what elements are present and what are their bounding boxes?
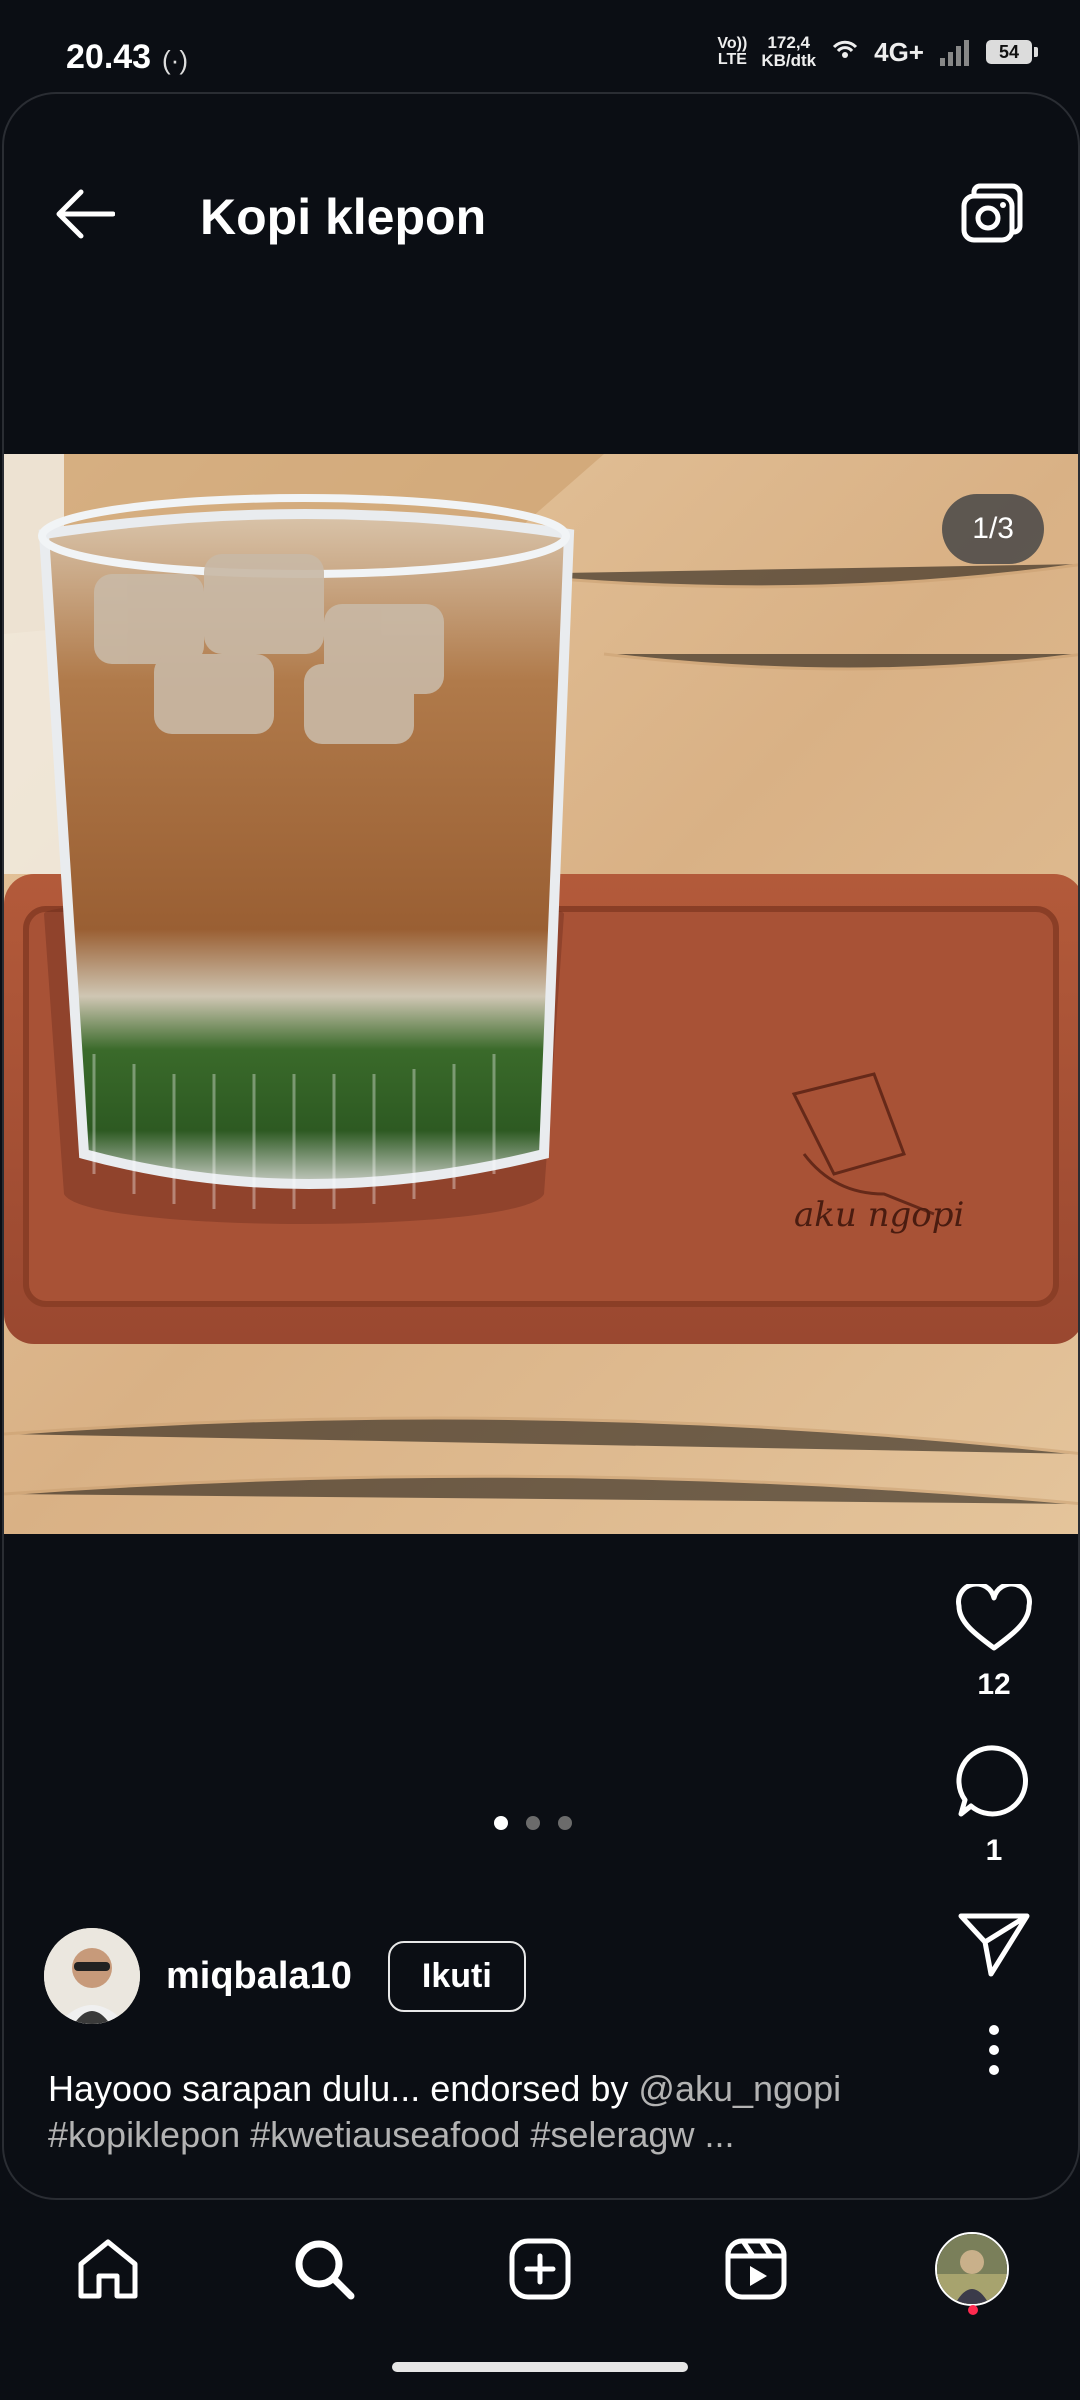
volte-line1: Vo)) [717,35,748,52]
carousel-dot [494,1816,508,1830]
home-indicator[interactable] [392,2362,688,2372]
share-button[interactable] [957,1908,1031,1978]
image-watermark: aku ngopi [794,1195,964,1235]
network-speed: 172,4 KB/dtk [761,34,816,70]
profile-avatar [935,2232,1009,2306]
battery-level: 54 [998,41,1020,62]
more-options-button[interactable] [984,2020,1004,2080]
like-count: 12 [977,1668,1011,1701]
reels-icon [725,2238,787,2300]
caption-mention[interactable]: @aku_ngopi [638,2068,841,2109]
caption-text: Hayooo sarapan dulu... endorsed by [48,2068,639,2109]
speed-unit: KB/dtk [761,51,817,70]
camera-icon [961,183,1023,243]
post-image[interactable]: aku ngopi 1/3 [4,454,1078,1534]
bottom-navigation [0,2204,1080,2334]
post-author: miqbala10 Ikuti [44,1928,526,2024]
status-right-group: Vo)) LTE 172,4 KB/dtk 4G+ 54 [717,34,1038,70]
send-icon [958,1913,1030,1977]
hotspot-icon: (·) [162,45,188,75]
page-title: Kopi klepon [200,189,487,245]
notification-dot [968,2305,978,2315]
carousel-dot [558,1816,572,1830]
nav-create[interactable] [480,2209,600,2329]
post-actions: 12 1 [944,1584,1044,2080]
comment-button[interactable]: 1 [955,1742,1033,1868]
volte-line2: LTE [717,51,747,68]
follow-button[interactable]: Ikuti [387,1940,526,2012]
create-icon [509,2238,571,2300]
network-type: 4G+ [874,36,924,67]
status-bar: 20.43 (·) Vo)) LTE 172,4 KB/dtk 4G+ 54 [0,0,1080,92]
signal-icon [940,40,969,66]
wifi-icon [833,40,858,58]
header: Kopi klepon [4,154,1078,274]
nav-profile[interactable] [912,2209,1032,2329]
nav-home[interactable] [48,2209,168,2329]
volte-icon: Vo)) LTE [717,36,747,68]
home-icon [78,2239,138,2299]
nav-search[interactable] [264,2209,384,2329]
arrow-left-icon [56,189,115,239]
status-time: 20.43 [66,38,152,76]
username[interactable]: miqbala10 [166,1955,352,1998]
camera-button[interactable] [952,174,1032,254]
caption-hashtags[interactable]: #kopiklepon #kwetiauseafood #seleragw ..… [48,2114,734,2155]
post-caption[interactable]: Hayooo sarapan dulu... endorsed by @aku_… [48,2066,928,2158]
post-panel: Kopi klepon aku ngopi 1/3 12 1 miqbala10… [2,92,1080,2200]
coffee-photo: aku ngopi [4,454,1078,1534]
like-button[interactable]: 12 [955,1584,1033,1702]
heart-icon [956,1584,1032,1651]
search-icon [295,2240,355,2300]
image-counter: 1/3 [942,494,1044,564]
comment-icon [956,1745,1028,1817]
back-button[interactable] [44,174,124,254]
avatar[interactable] [44,1928,140,2024]
speed-value: 172,4 [767,33,810,52]
carousel-indicator [494,1816,572,1830]
comment-count: 1 [985,1834,1003,1867]
carousel-dot [526,1816,540,1830]
nav-reels[interactable] [696,2209,816,2329]
more-vertical-icon [989,2025,999,2075]
battery-icon: 54 [986,40,1038,64]
